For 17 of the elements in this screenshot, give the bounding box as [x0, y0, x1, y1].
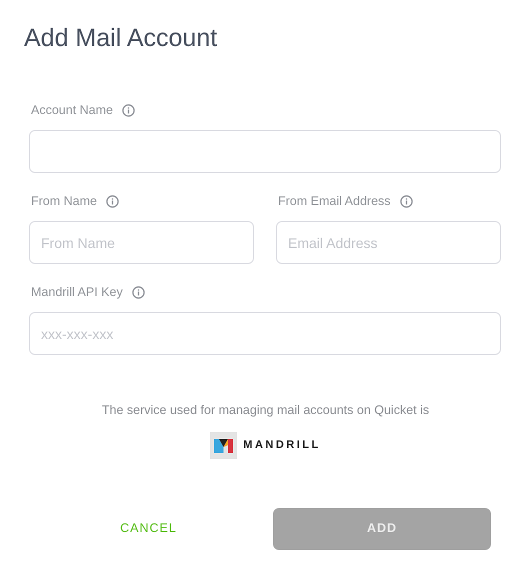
field-label: Mandrill API Key	[31, 284, 123, 301]
service-note: The service used for managing mail accounts on Quicket is	[100, 402, 430, 419]
input-field[interactable]	[29, 130, 501, 173]
logo-icon	[210, 432, 238, 459]
logo-wordmark: MANDRILL	[243, 438, 321, 453]
input-field[interactable]: xxx-xxx-xxx	[29, 312, 501, 355]
cancel-button[interactable]: CANCEL	[30, 508, 267, 550]
field-label: Account Name	[31, 102, 113, 119]
dialog-title: Add Mail Account	[23, 23, 218, 54]
info-icon[interactable]	[132, 286, 145, 298]
input-field[interactable]: Email Address	[276, 221, 501, 264]
info-icon[interactable]	[122, 104, 135, 116]
field-label: From Name	[31, 192, 97, 210]
field-label: From Email Address	[278, 192, 391, 210]
info-icon[interactable]	[400, 194, 413, 208]
info-icon[interactable]	[106, 194, 119, 208]
input-field[interactable]: From Name	[29, 221, 254, 264]
